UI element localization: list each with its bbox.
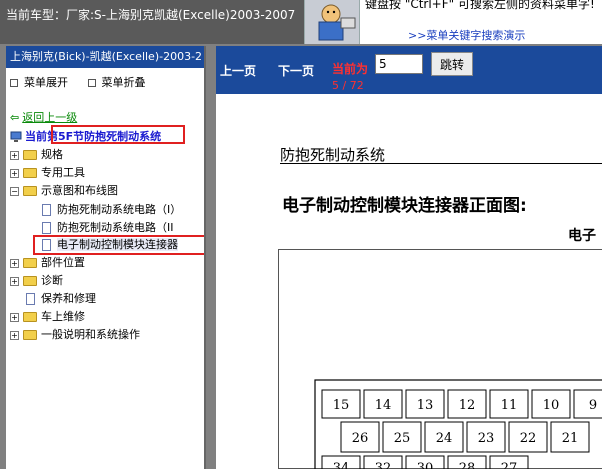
expand-toggle-icon[interactable]: + bbox=[10, 168, 19, 178]
tree-item-label: 防抱死制动系统电路（I） bbox=[57, 203, 182, 216]
expand-toggle-icon[interactable]: + bbox=[10, 258, 19, 268]
collapse-icon bbox=[87, 79, 96, 87]
current-page-label: 当前为 bbox=[332, 62, 369, 76]
pin-label: 9 bbox=[589, 398, 597, 413]
pin-label: 24 bbox=[436, 431, 453, 446]
expand-toggle-icon[interactable]: + bbox=[10, 276, 19, 286]
tree-item-label: 防抱死制动系统电路（II bbox=[57, 221, 174, 234]
back-label: 返回上一级 bbox=[22, 111, 78, 124]
current-label: 当前 bbox=[25, 130, 47, 143]
folder-icon bbox=[23, 168, 37, 178]
collapse-toggle-icon[interactable]: − bbox=[10, 186, 19, 196]
next-page-button[interactable]: 下一页 bbox=[278, 62, 314, 79]
tree-item-abs-circuit-2[interactable]: 防抱死制动系统电路（II bbox=[42, 220, 174, 236]
computer-icon bbox=[10, 131, 22, 142]
document-icon bbox=[42, 222, 51, 234]
pin-label: 28 bbox=[459, 461, 476, 469]
jump-button[interactable]: 跳转 bbox=[431, 52, 473, 76]
sidebar-title: 上海别克(Bick)-凯越(Excelle)-2003-2 bbox=[6, 46, 204, 68]
selected-item-highlight bbox=[33, 235, 204, 255]
folder-icon bbox=[23, 330, 37, 340]
search-demo-link[interactable]: >>菜单关键字搜索演示 bbox=[408, 27, 525, 43]
menu-controls: 菜单展开 菜单折叠 bbox=[10, 74, 162, 90]
tree-item-label: 规格 bbox=[41, 148, 63, 161]
connector-title: 电子制动控制模块连接器正面图: bbox=[282, 196, 527, 216]
connector-subtitle: 电子 bbox=[568, 228, 596, 244]
menu-expand-button[interactable]: 菜单展开 bbox=[10, 76, 68, 89]
page-navigation-bar: 上一页 下一页 当前为 跳转 5 / 72 bbox=[216, 46, 602, 94]
pin-label: 10 bbox=[543, 398, 560, 413]
pin-label: 26 bbox=[352, 431, 369, 446]
document-icon bbox=[42, 204, 51, 216]
tree-item-label: 部件位置 bbox=[41, 256, 85, 269]
pin-label: 30 bbox=[417, 461, 434, 469]
tree-item-label: 示意图和布线图 bbox=[41, 184, 118, 197]
prev-page-button[interactable]: 上一页 bbox=[220, 62, 256, 79]
folder-icon bbox=[23, 276, 37, 286]
pin-label: 11 bbox=[501, 398, 518, 413]
pin-label: 22 bbox=[520, 431, 537, 446]
pin-label: 32 bbox=[375, 461, 392, 469]
system-title: 防抱死制动系统 bbox=[280, 146, 386, 164]
tree-item-label: 诊断 bbox=[41, 274, 63, 287]
folder-icon bbox=[23, 312, 37, 322]
top-bar: 当前车型：厂家:S-上海别克凯越(Excelle)2003-2007 键盘按 "… bbox=[0, 0, 602, 44]
expand-toggle-icon[interactable]: + bbox=[10, 330, 19, 340]
pin-label: 14 bbox=[375, 398, 392, 413]
tree-item-label: 一般说明和系统操作 bbox=[41, 328, 140, 341]
document-icon bbox=[26, 293, 35, 305]
menu-collapse-button[interactable]: 菜单折叠 bbox=[87, 76, 146, 89]
pin-row-2: 26 25 24 23 22 21 bbox=[340, 421, 590, 453]
title-divider bbox=[280, 163, 602, 164]
back-link[interactable]: ⇦ 返回上一级 bbox=[10, 109, 77, 125]
pin-label: 23 bbox=[478, 431, 495, 446]
tree-item-label: 保养和修理 bbox=[41, 292, 96, 305]
page-count: 5 / 72 bbox=[332, 79, 364, 92]
tree-item-special-tools[interactable]: + 专用工具 bbox=[10, 165, 85, 181]
folder-icon bbox=[23, 150, 37, 160]
menu-expand-label: 菜单展开 bbox=[24, 76, 68, 89]
tree-item-abs-circuit-1[interactable]: 防抱死制动系统电路（I） bbox=[42, 202, 181, 218]
folder-icon bbox=[23, 258, 37, 268]
tip-box: 键盘按 "Ctrl+F" 可搜索左侧的资料菜单字! >>菜单关键字搜索演示 bbox=[360, 0, 602, 44]
pin-label: 34 bbox=[333, 461, 350, 469]
pin-row-3: 34 32 30 28 27 bbox=[321, 455, 529, 469]
pin-label: 25 bbox=[394, 431, 411, 446]
connector-diagram: 15 14 13 12 11 10 9 26 25 24 23 22 21 34… bbox=[278, 249, 602, 469]
tree-item-on-vehicle-service[interactable]: + 车上维修 bbox=[10, 309, 85, 325]
expand-icon bbox=[10, 79, 18, 87]
pin-label: 15 bbox=[333, 398, 350, 413]
tree-item-diagnosis[interactable]: + 诊断 bbox=[10, 273, 63, 289]
mascot-logo bbox=[304, 0, 360, 44]
menu-collapse-label: 菜单折叠 bbox=[101, 76, 146, 89]
tree-item-component-locations[interactable]: + 部件位置 bbox=[10, 255, 85, 271]
tree-item-schematics[interactable]: − 示意图和布线图 bbox=[10, 183, 118, 199]
current-section-highlight bbox=[51, 125, 185, 144]
expand-toggle-icon[interactable]: + bbox=[10, 312, 19, 322]
page-number-input[interactable] bbox=[375, 54, 423, 74]
back-arrow-icon: ⇦ bbox=[10, 111, 20, 124]
folder-open-icon bbox=[23, 186, 37, 196]
current-vehicle-label: 当前车型：厂家:S-上海别克凯越(Excelle)2003-2007 bbox=[6, 8, 296, 22]
tree-item-label: 车上维修 bbox=[41, 310, 85, 323]
expand-toggle-icon[interactable]: + bbox=[10, 150, 19, 160]
tree-item-general-description[interactable]: + 一般说明和系统操作 bbox=[10, 327, 140, 343]
sidebar: 上海别克(Bick)-凯越(Excelle)-2003-2 菜单展开 菜单折叠 … bbox=[6, 46, 206, 469]
pin-label: 13 bbox=[417, 398, 434, 413]
tree-item-maintenance[interactable]: 保养和修理 bbox=[26, 291, 96, 307]
pin-row-1: 15 14 13 12 11 10 9 bbox=[321, 389, 602, 419]
tree-item-specs[interactable]: + 规格 bbox=[10, 147, 63, 163]
pin-label: 27 bbox=[501, 461, 518, 469]
document-view: 防抱死制动系统 电子制动控制模块连接器正面图: 电子 15 14 13 12 1… bbox=[216, 94, 602, 469]
tree-item-label: 专用工具 bbox=[41, 166, 85, 179]
pin-label: 12 bbox=[459, 398, 476, 413]
search-tip-text: 键盘按 "Ctrl+F" 可搜索左侧的资料菜单字! bbox=[365, 0, 595, 11]
pin-label: 21 bbox=[562, 431, 579, 446]
